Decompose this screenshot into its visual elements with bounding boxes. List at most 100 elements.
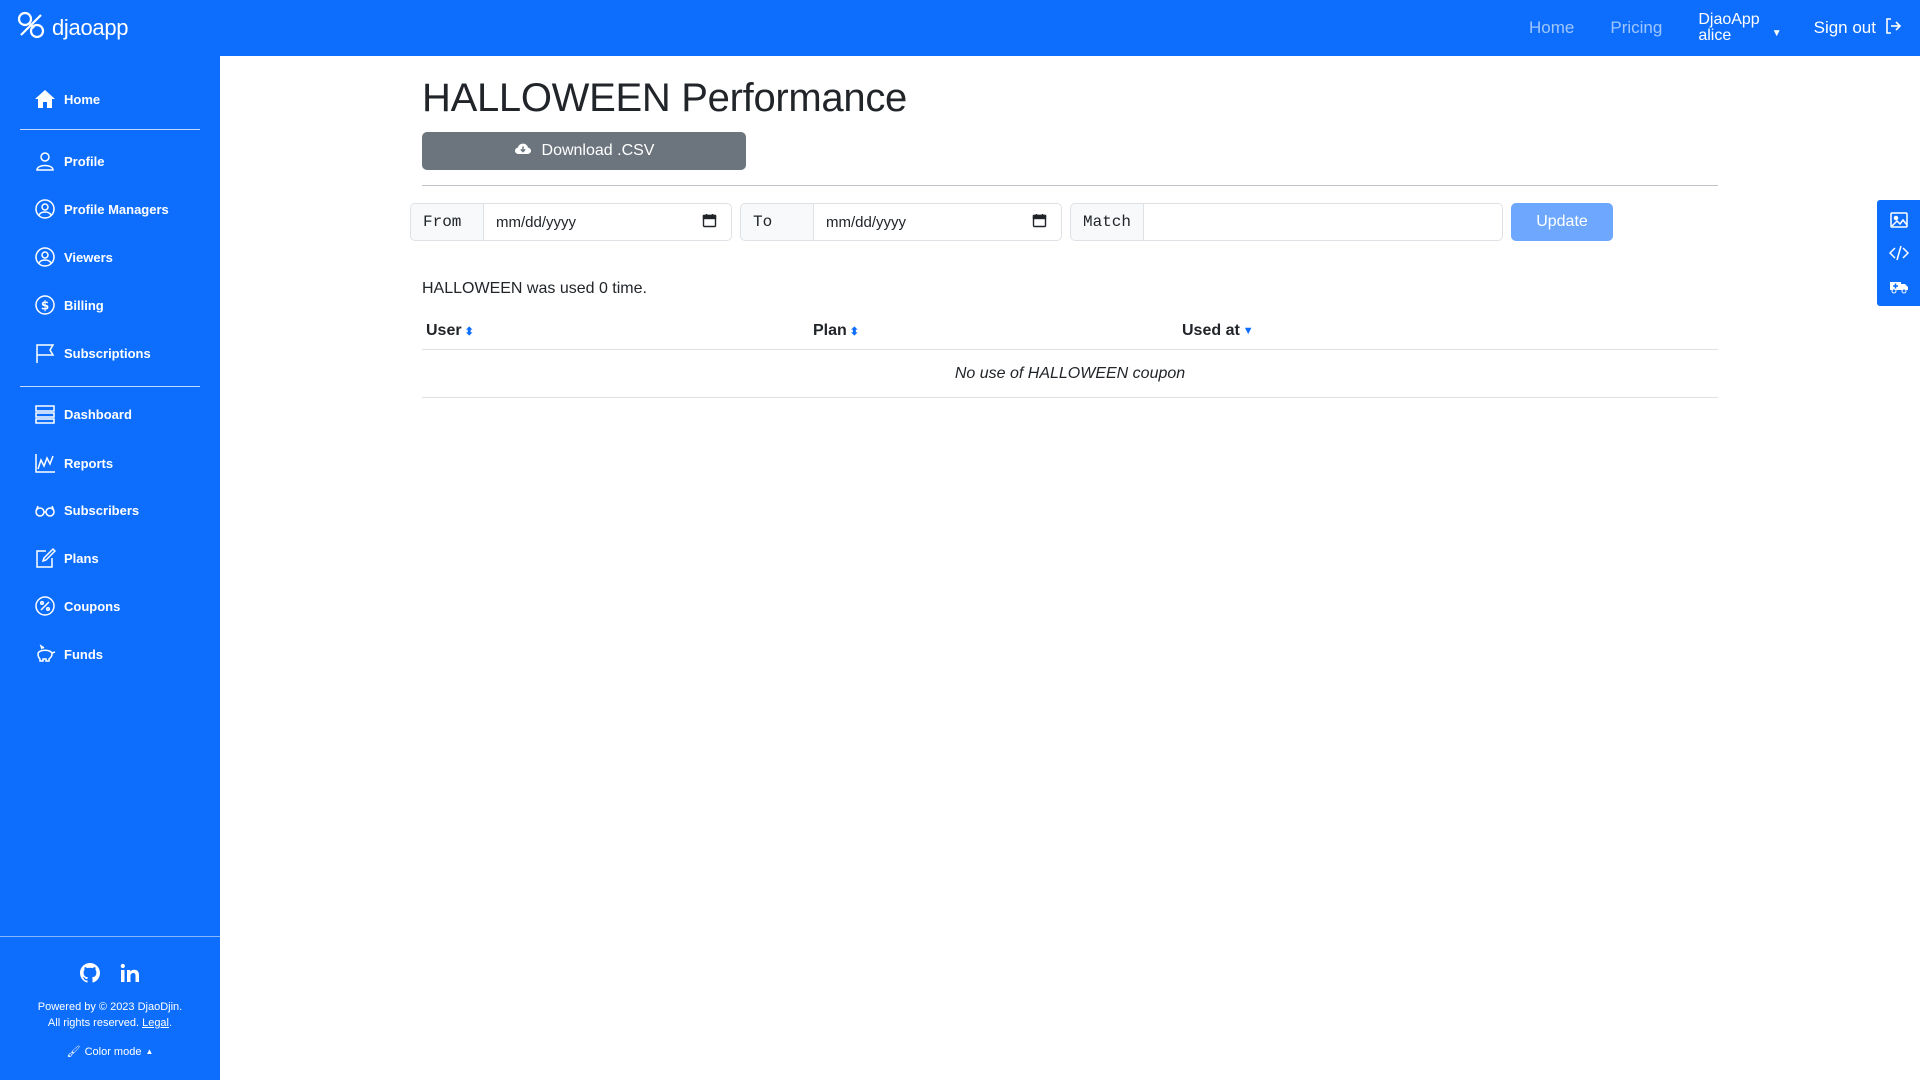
flag-icon (34, 342, 56, 364)
dashboard-icon (34, 403, 56, 425)
color-mode-label: Color mode (84, 1045, 142, 1058)
glasses-icon (34, 499, 56, 521)
sidebar-item-billing[interactable]: $ Billing (34, 290, 104, 320)
percent-icon (34, 595, 56, 617)
sidebar-item-label: Funds (64, 646, 103, 662)
from-date-value: mm/dd/yyyy (496, 213, 577, 231)
account-user: alice (1698, 27, 1732, 44)
cloud-download-icon (514, 140, 532, 163)
sidebar-item-subscriptions[interactable]: Subscriptions (34, 338, 151, 368)
sidebar: Home Profile Profile Managers Viewers $ … (0, 56, 220, 1080)
column-header-used-at[interactable]: Used at ▼ (1182, 322, 1254, 340)
right-toolbar (1877, 200, 1920, 306)
sidebar-item-label: Subscriptions (64, 345, 151, 361)
sidebar-footer: Powered by © 2023 DjaoDjin. All rights r… (0, 936, 220, 1080)
sidebar-item-label: Reports (64, 455, 114, 471)
sidebar-divider (20, 386, 200, 387)
to-date-group: To mm/dd/yyyy (740, 203, 1062, 241)
column-header-plan[interactable]: Plan ⬍ (813, 322, 859, 340)
sidebar-item-reports[interactable]: Reports (34, 448, 113, 478)
download-csv-button[interactable]: Download .CSV (422, 132, 746, 170)
sidebar-item-label: Profile Managers (64, 201, 169, 217)
caret-down-icon: ▼ (1771, 27, 1782, 39)
ambulance-icon[interactable] (1887, 274, 1911, 298)
from-date-input[interactable]: mm/dd/yyyy (483, 203, 732, 241)
calendar-icon[interactable] (1032, 213, 1047, 232)
sidebar-item-label: Home (64, 91, 101, 107)
person-icon (34, 150, 56, 172)
brand-name: djaoapp (52, 15, 129, 40)
sidebar-divider (20, 129, 200, 130)
to-label: To (740, 203, 813, 241)
person-circle-icon (34, 198, 56, 220)
sidebar-item-home[interactable]: Home (34, 84, 100, 114)
period-text: . (169, 1017, 173, 1029)
from-date-group: From mm/dd/yyyy (410, 203, 732, 241)
sidebar-item-viewers[interactable]: Viewers (34, 242, 113, 272)
legal-link[interactable]: Legal (142, 1017, 169, 1029)
color-mode-toggle[interactable]: 🖌 Color mode ▲ (66, 1045, 154, 1059)
account-dropdown[interactable]: DjaoApp alice ▼ (1698, 12, 1781, 44)
sidebar-item-profile-managers[interactable]: Profile Managers (34, 194, 169, 224)
sort-desc-icon: ▼ (1242, 325, 1254, 337)
piggy-bank-icon (34, 643, 56, 665)
sidebar-item-profile[interactable]: Profile (34, 146, 104, 176)
djaoapp-logo-icon (16, 10, 46, 46)
brand-link[interactable]: djaoapp (16, 0, 129, 56)
sidebar-item-label: Coupons (64, 598, 121, 614)
nav-pricing-link[interactable]: Pricing (1610, 18, 1662, 38)
sidebar-item-funds[interactable]: Funds (34, 639, 103, 669)
filter-form: From mm/dd/yyyy To mm/dd/yyyy Match Upda… (410, 203, 1613, 241)
sort-icon: ⬍ (464, 325, 474, 338)
home-icon (34, 88, 56, 110)
download-csv-label: Download .CSV (541, 142, 655, 159)
caret-up-icon: ▲ (145, 1047, 154, 1056)
table-empty-row: No use of HALLOWEEN coupon (422, 350, 1718, 398)
column-header-label: User (426, 322, 462, 339)
sidebar-item-label: Billing (64, 297, 104, 313)
top-nav-links: Home Pricing DjaoApp alice ▼ Sign out (1529, 0, 1902, 56)
calendar-icon[interactable] (702, 213, 717, 232)
column-header-user[interactable]: User ⬍ (426, 322, 474, 340)
sidebar-item-label: Dashboard (64, 406, 132, 422)
table-header: User ⬍ Plan ⬍ Used at ▼ (422, 320, 1718, 350)
match-group: Match (1070, 203, 1503, 241)
from-label: From (410, 203, 483, 241)
sidebar-item-subscribers[interactable]: Subscribers (34, 495, 139, 525)
coupon-usage-table: User ⬍ Plan ⬍ Used at ▼ No use of HALLOW… (422, 320, 1718, 398)
nav-home-link[interactable]: Home (1529, 18, 1574, 38)
code-icon[interactable] (1887, 241, 1911, 265)
update-button[interactable]: Update (1511, 203, 1613, 241)
page-title: HALLOWEEN Performance (422, 76, 907, 120)
top-navbar: djaoapp Home Pricing DjaoApp alice ▼ Sig… (0, 0, 1920, 56)
person-circle-icon (34, 246, 56, 268)
github-icon[interactable] (78, 961, 102, 985)
sort-icon: ⬍ (849, 325, 860, 338)
account-org: DjaoApp (1698, 11, 1760, 28)
copyright-text: Powered by © 2023 DjaoDjin. (37, 1001, 183, 1013)
sidebar-item-label: Profile (64, 153, 105, 169)
section-divider (422, 185, 1718, 186)
to-date-value: mm/dd/yyyy (826, 213, 907, 231)
sign-out-label: Sign out (1813, 18, 1876, 37)
box-arrow-right-icon (1884, 17, 1902, 40)
sidebar-item-label: Plans (64, 550, 99, 566)
edit-icon (34, 547, 56, 569)
sidebar-item-dashboard[interactable]: Dashboard (34, 399, 132, 429)
brush-icon: 🖌 (66, 1046, 81, 1058)
sidebar-item-plans[interactable]: Plans (34, 543, 99, 573)
match-label: Match (1070, 203, 1143, 241)
main-content: HALLOWEEN Performance Download .CSV From… (220, 56, 1920, 1080)
image-icon[interactable] (1887, 208, 1911, 232)
sign-out-link[interactable]: Sign out (1814, 17, 1902, 40)
rights-text: All rights reserved. (47, 1017, 140, 1029)
match-input[interactable] (1143, 203, 1503, 241)
svg-text:$: $ (41, 299, 49, 313)
empty-message: No use of HALLOWEEN coupon (954, 364, 1186, 382)
to-date-input[interactable]: mm/dd/yyyy (813, 203, 1062, 241)
column-header-label: Plan (813, 322, 847, 339)
usage-summary: HALLOWEEN was used 0 time. (422, 280, 647, 297)
column-header-label: Used at (1182, 322, 1240, 339)
sidebar-item-coupons[interactable]: Coupons (34, 591, 120, 621)
linkedin-icon[interactable] (118, 961, 142, 985)
